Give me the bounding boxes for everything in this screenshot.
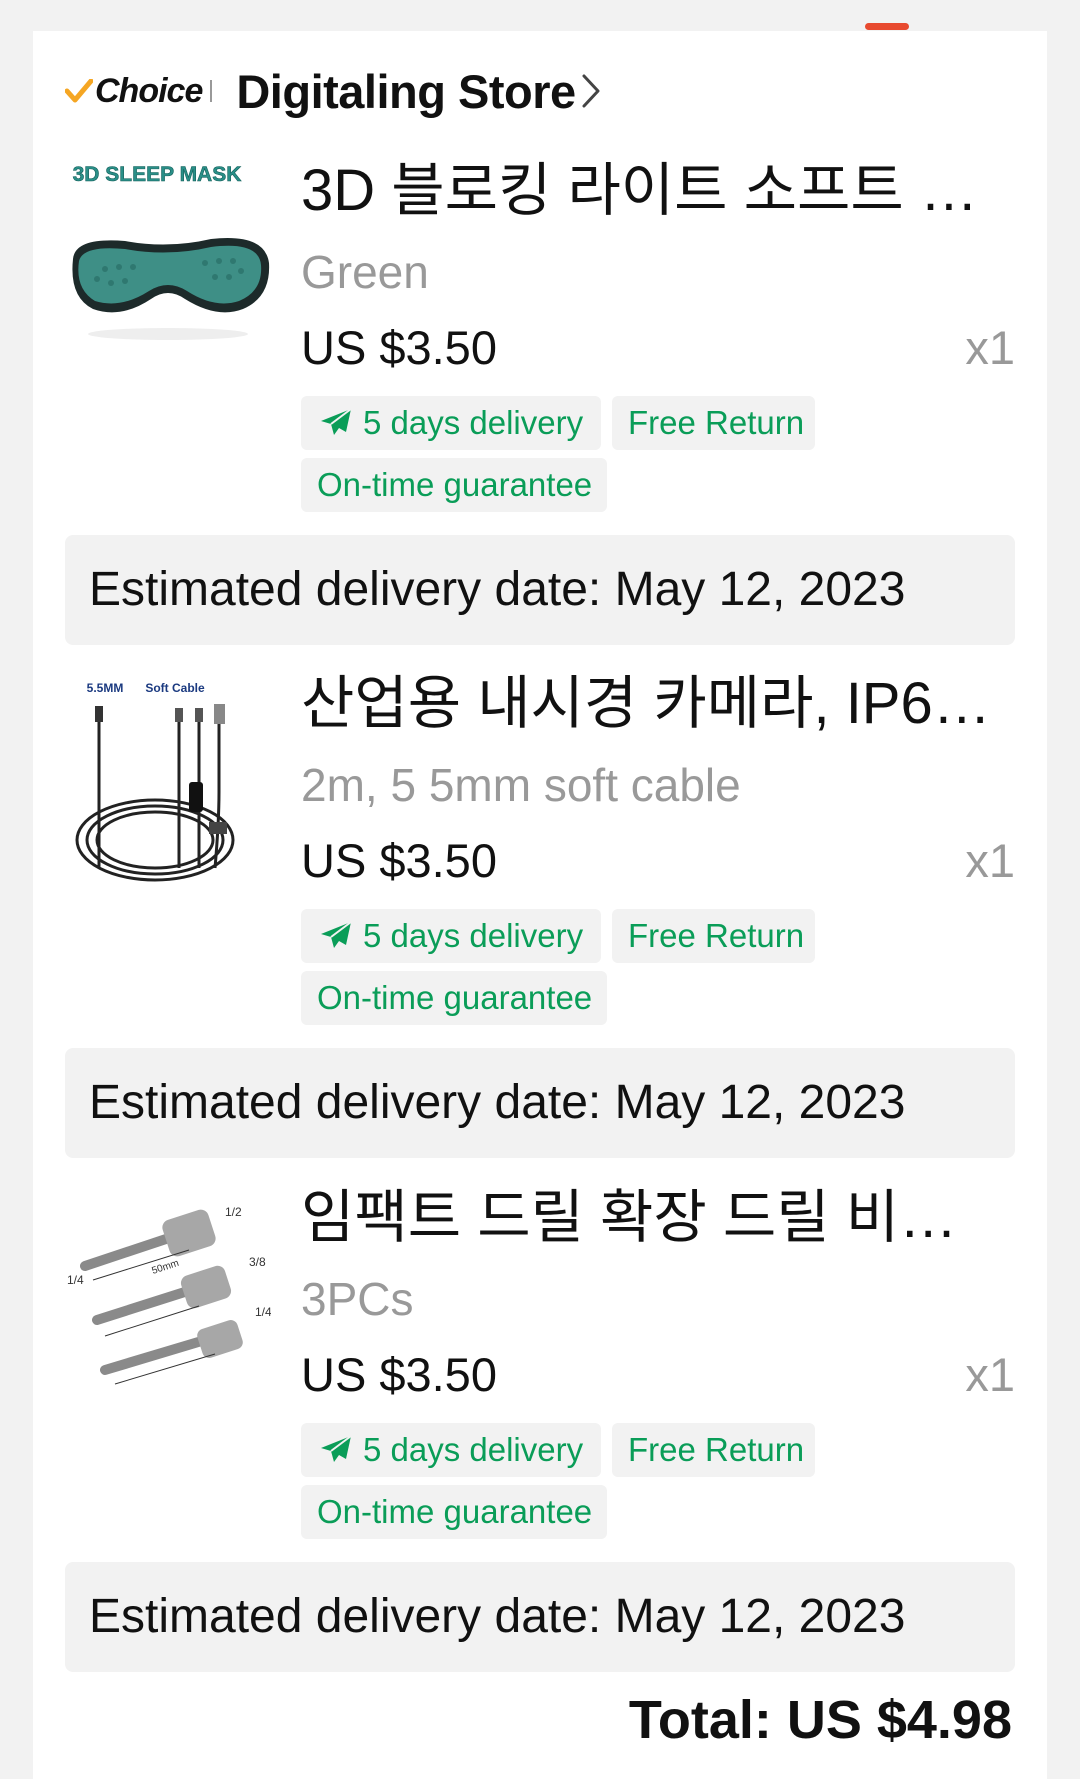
order-item[interactable]: 1/2 3/8 1/4 1/4 50mm 임팩트 드릴 확장 드릴 비트 ...… — [65, 1186, 1015, 1672]
order-store-card: Choice Digitaling Store 3D SLEEP MASK 3D… — [33, 31, 1047, 1779]
free-return-label: Free Return — [628, 404, 805, 441]
estimated-delivery-text: Estimated delivery date: May 12, 2023 — [89, 1076, 906, 1129]
image-label-low: 1/4 — [255, 1305, 271, 1319]
estimated-delivery-text: Estimated delivery date: May 12, 2023 — [89, 563, 906, 616]
plane-icon — [321, 408, 352, 435]
product-title[interactable]: 임팩트 드릴 확장 드릴 비트 ... — [301, 1186, 1001, 1250]
product-price: US $3.50 — [301, 321, 497, 374]
product-image[interactable]: 5.5MM Soft Cable — [65, 672, 271, 888]
product-variant: 2m, 5 5mm soft cable — [301, 759, 741, 811]
product-image[interactable]: 3D SLEEP MASK — [65, 159, 271, 375]
delivery-tag-label: 5 days delivery — [363, 1431, 584, 1468]
plane-icon — [321, 921, 352, 948]
choice-badge: Choice — [65, 71, 203, 111]
product-variant: 3PCs — [301, 1273, 414, 1325]
store-header[interactable]: Choice Digitaling Store — [65, 56, 965, 126]
scroll-indicator — [865, 23, 909, 30]
product-image-caption: 3D SLEEP MASK — [73, 163, 242, 186]
delivery-tag: 5 days delivery — [301, 396, 601, 450]
estimated-delivery-bar: Estimated delivery date: May 12, 2023 — [65, 1562, 1015, 1672]
delivery-tag: 5 days delivery — [301, 1423, 601, 1477]
on-time-guarantee-tag: On-time guarantee — [301, 458, 607, 512]
plane-icon — [321, 1435, 352, 1462]
order-item[interactable]: 3D SLEEP MASK 3D 블로킹 라이트 소프트 수... Green … — [65, 159, 1015, 645]
product-title[interactable]: 산업용 내시경 카메라, IP67 ... — [301, 672, 1001, 736]
product-title[interactable]: 3D 블로킹 라이트 소프트 수... — [301, 159, 1001, 223]
product-price: US $3.50 — [301, 834, 497, 887]
choice-badge-label: Choice — [95, 71, 203, 110]
free-return-tag: Free Return — [612, 909, 815, 963]
choice-check-icon — [65, 79, 93, 103]
delivery-tag: 5 days delivery — [301, 909, 601, 963]
header-divider — [210, 80, 213, 102]
chevron-right-icon[interactable] — [580, 72, 602, 110]
product-image[interactable]: 1/2 3/8 1/4 1/4 50mm — [65, 1186, 271, 1402]
on-time-guarantee-label: On-time guarantee — [317, 1493, 593, 1530]
delivery-tag-label: 5 days delivery — [363, 404, 584, 441]
image-label-left: 1/4 — [67, 1273, 84, 1287]
product-image-caption-size: 5.5MM — [87, 681, 124, 695]
free-return-tag: Free Return — [612, 1423, 815, 1477]
product-image-caption-cable: Soft Cable — [145, 681, 205, 695]
product-quantity: x1 — [965, 321, 1015, 374]
on-time-guarantee-label: On-time guarantee — [317, 979, 593, 1016]
delivery-tag-label: 5 days delivery — [363, 917, 584, 954]
product-price: US $3.50 — [301, 1348, 497, 1401]
free-return-tag: Free Return — [612, 396, 815, 450]
image-label-top: 1/2 — [225, 1205, 242, 1219]
product-quantity: x1 — [965, 1348, 1015, 1401]
estimated-delivery-text: Estimated delivery date: May 12, 2023 — [89, 1590, 906, 1643]
product-variant: Green — [301, 246, 429, 298]
order-total: Total: US $4.98 — [628, 1690, 1012, 1750]
product-quantity: x1 — [965, 834, 1015, 887]
on-time-guarantee-tag: On-time guarantee — [301, 971, 607, 1025]
order-item[interactable]: 5.5MM Soft Cable 산업용 내시경 카메라, IP67 ... 2… — [65, 672, 1015, 1158]
estimated-delivery-bar: Estimated delivery date: May 12, 2023 — [65, 1048, 1015, 1158]
estimated-delivery-bar: Estimated delivery date: May 12, 2023 — [65, 535, 1015, 645]
on-time-guarantee-label: On-time guarantee — [317, 466, 593, 503]
store-name[interactable]: Digitaling Store — [236, 64, 576, 119]
free-return-label: Free Return — [628, 1431, 805, 1468]
free-return-label: Free Return — [628, 917, 805, 954]
on-time-guarantee-tag: On-time guarantee — [301, 1485, 607, 1539]
image-label-mid: 3/8 — [249, 1255, 266, 1269]
